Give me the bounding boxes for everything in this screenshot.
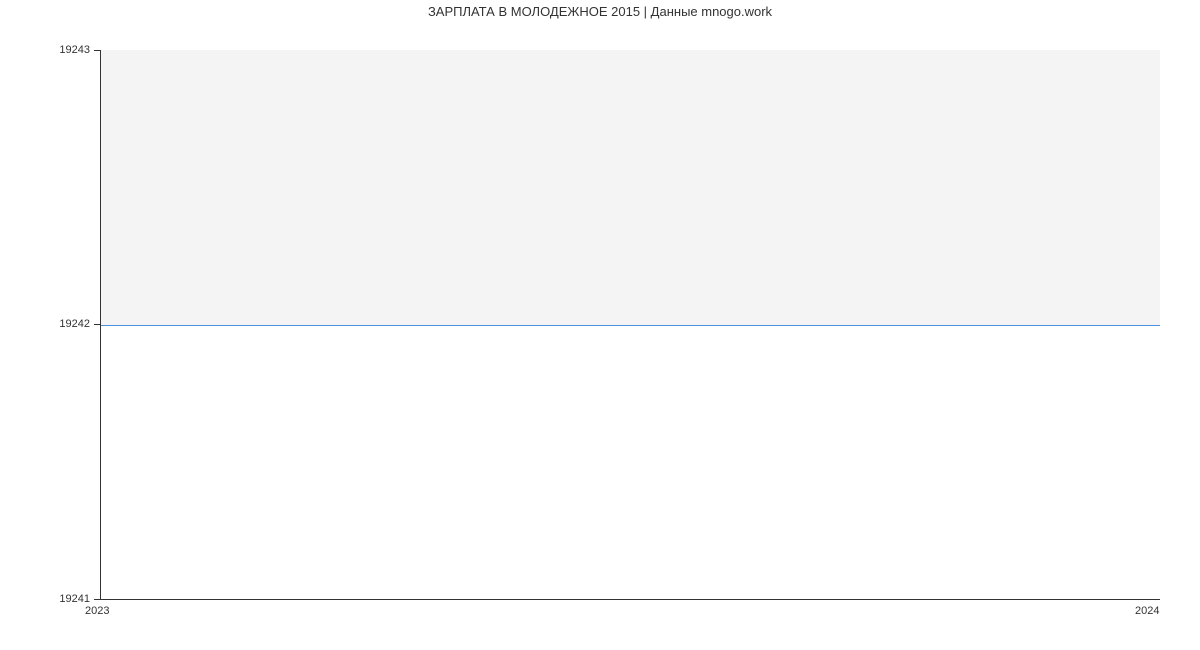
x-tick-label: 2023 <box>85 605 109 617</box>
chart-title: ЗАРПЛАТА В МОЛОДЕЖНОЕ 2015 | Данные mnog… <box>0 4 1200 19</box>
y-tick-label: 19242 <box>40 318 90 330</box>
series-line <box>101 325 1160 326</box>
x-tick-label: 2024 <box>1135 605 1159 617</box>
plot-area <box>100 50 1160 600</box>
area-fill <box>101 50 1160 325</box>
y-tick-label: 19241 <box>40 593 90 605</box>
chart-container: ЗАРПЛАТА В МОЛОДЕЖНОЕ 2015 | Данные mnog… <box>0 0 1200 650</box>
y-tick-label: 19243 <box>40 44 90 56</box>
